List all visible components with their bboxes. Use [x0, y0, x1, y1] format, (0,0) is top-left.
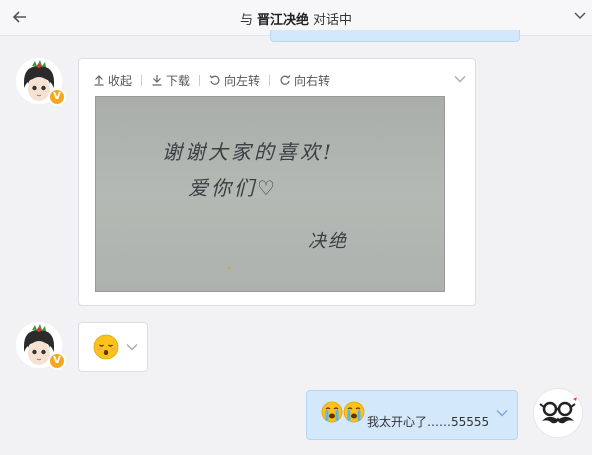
previous-message-bubble — [270, 30, 520, 42]
contact-name[interactable]: 晋江决绝 — [257, 13, 309, 28]
rotate-left-label: 向左转 — [224, 73, 261, 88]
handwriting-signature: 决绝 — [308, 231, 348, 252]
download-label: 下载 — [166, 73, 191, 88]
loudly-crying-face-icon — [321, 401, 343, 423]
toolbar-divider — [199, 74, 201, 86]
download-icon — [152, 75, 162, 86]
handwritten-note-image[interactable]: 谢谢大家的喜欢! 爱你们♡ 决绝 — [95, 96, 445, 292]
chevron-down-icon[interactable] — [495, 405, 509, 424]
contact-avatar[interactable]: V — [16, 58, 66, 106]
my-message-text: 我太开心了……55555 — [367, 415, 490, 429]
title-prefix: 与 — [239, 13, 253, 28]
chat-title: 与晋江决绝 对话中 — [0, 9, 592, 28]
rotate-left-icon — [209, 75, 220, 85]
rotate-right-label: 向右转 — [294, 73, 331, 88]
my-avatar[interactable] — [533, 388, 583, 438]
my-message-bubble: 我太开心了……55555 — [306, 390, 518, 440]
mustache-glasses-avatar-icon — [534, 389, 582, 437]
emoji-message-bubble — [78, 322, 148, 372]
relieved-face-icon — [93, 334, 119, 364]
chevron-down-icon[interactable] — [572, 8, 588, 24]
chevron-down-icon[interactable] — [453, 71, 467, 90]
collapse-label: 收起 — [108, 73, 133, 88]
rotate-right-button[interactable]: 向右转 — [279, 72, 330, 89]
emoji-group — [321, 401, 365, 423]
vip-badge-icon: V — [48, 88, 66, 106]
toolbar-divider — [141, 74, 143, 86]
title-suffix: 对话中 — [313, 13, 353, 28]
collapse-button[interactable]: 收起 — [93, 72, 132, 89]
upload-arrow-icon — [94, 75, 104, 86]
handwriting-line1: 谢谢大家的喜欢! — [162, 140, 334, 164]
image-toolbar: 收起 下载 向左转 向右转 — [93, 72, 330, 88]
chevron-down-icon[interactable] — [125, 339, 139, 358]
handwriting-line2: 爱你们♡ — [188, 176, 278, 200]
download-button[interactable]: 下载 — [151, 72, 190, 89]
rotate-left-button[interactable]: 向左转 — [209, 72, 260, 89]
vip-badge-icon: V — [48, 352, 66, 370]
toolbar-divider — [269, 74, 271, 86]
rotate-right-icon — [280, 75, 291, 85]
image-message-card: 收起 下载 向左转 向右转 谢谢大家的喜欢! 爱你们♡ 决绝 — [78, 58, 476, 306]
loudly-crying-face-icon — [343, 401, 365, 423]
contact-avatar[interactable]: V — [16, 322, 66, 370]
